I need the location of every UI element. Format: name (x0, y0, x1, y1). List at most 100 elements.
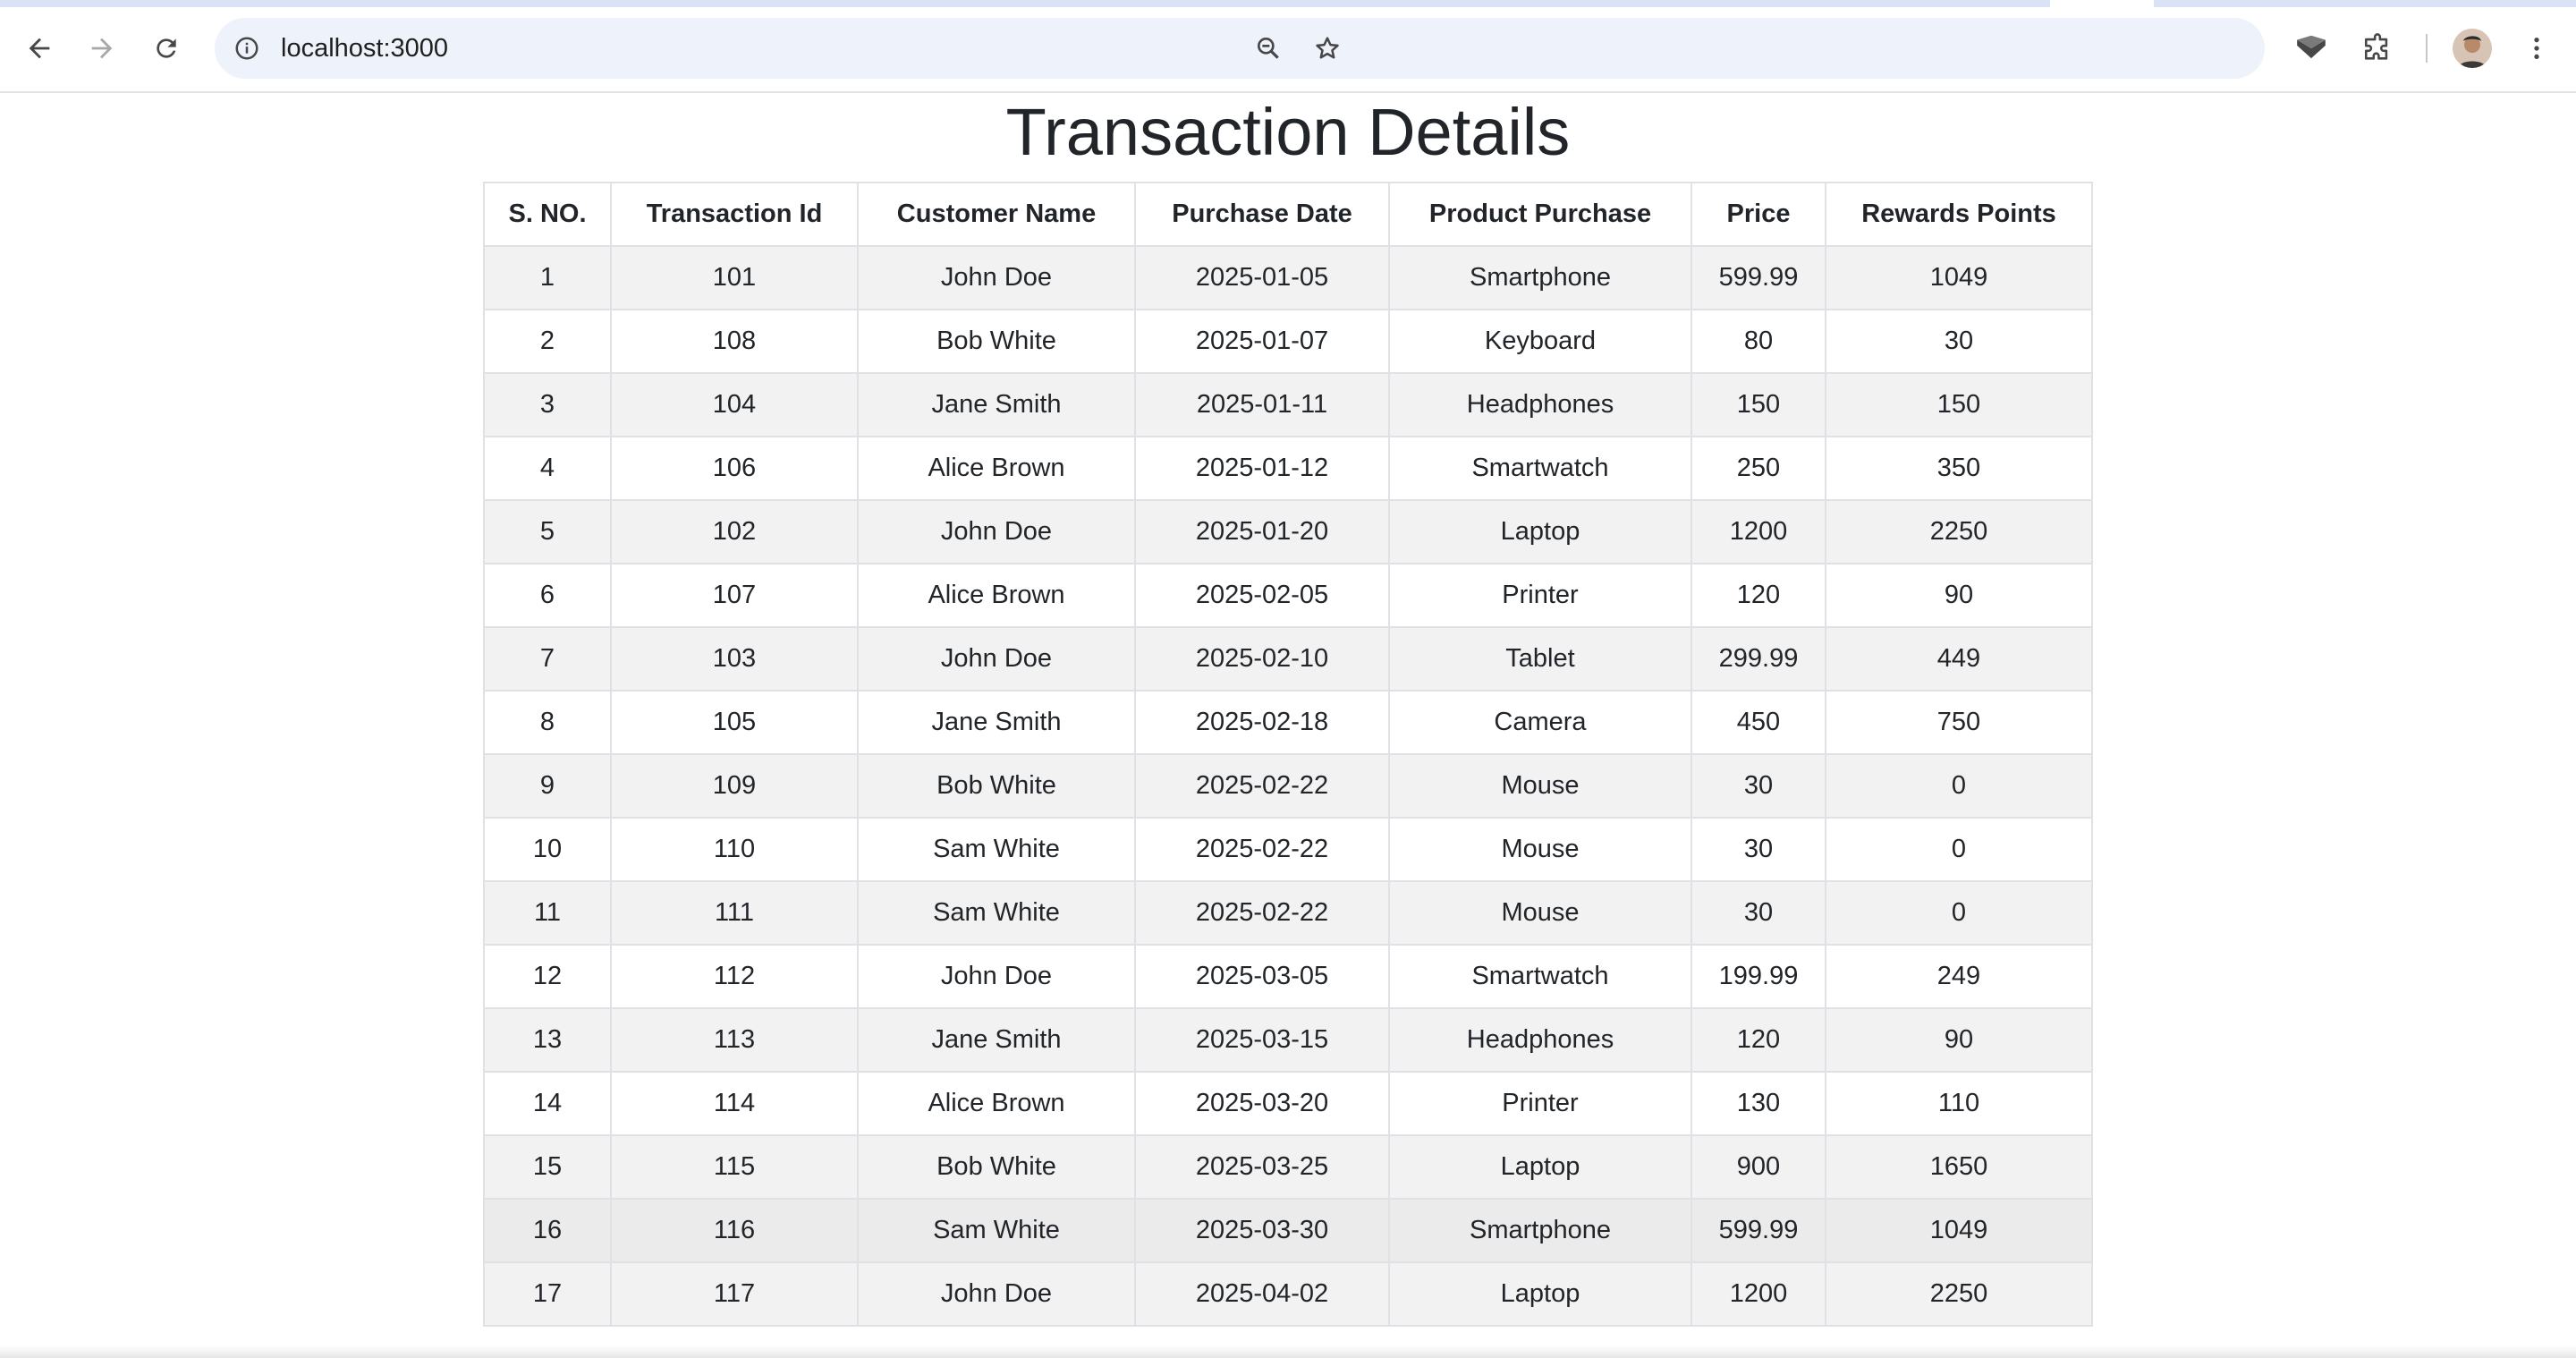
header-rewards-points: Rewards Points (1825, 182, 2093, 247)
cell-rewards-points: 249 (1825, 944, 2093, 1009)
cell-transaction-id: 114 (610, 1071, 859, 1136)
cell-purchase-date: 2025-03-15 (1134, 1007, 1390, 1073)
active-tab-edge[interactable] (2050, 0, 2154, 7)
table-row: 4 106 Alice Brown 2025-01-12 Smartwatch 250 35… (483, 436, 2093, 501)
cell-customer-name: John Doe (857, 245, 1136, 310)
cell-transaction-id: 116 (610, 1198, 859, 1263)
cell-purchase-date: 2025-02-10 (1134, 626, 1390, 692)
cell-transaction-id: 107 (610, 563, 859, 628)
cell-rewards-points: 0 (1825, 817, 2093, 882)
cell-rewards-points: 90 (1825, 563, 2093, 628)
arrow-left-icon (29, 38, 50, 59)
cell-customer-name: Sam White (857, 880, 1136, 946)
cell-sno: 1 (483, 245, 612, 310)
forward-button[interactable] (79, 25, 125, 72)
cell-purchase-date: 2025-02-18 (1134, 690, 1390, 755)
cell-transaction-id: 110 (610, 817, 859, 882)
table-header-row: S. NO. Transaction Id Customer Name Purc… (483, 182, 2093, 247)
cell-rewards-points: 110 (1825, 1071, 2093, 1136)
cell-sno: 17 (483, 1261, 612, 1327)
cell-product-purchase: Smartwatch (1388, 944, 1692, 1009)
cell-customer-name: Bob White (857, 1134, 1136, 1200)
cell-price: 30 (1690, 880, 1826, 946)
cell-price: 80 (1690, 309, 1826, 374)
cell-sno: 16 (483, 1198, 612, 1263)
cell-product-purchase: Laptop (1388, 499, 1692, 564)
cell-price: 120 (1690, 1007, 1826, 1073)
cell-customer-name: Sam White (857, 1198, 1136, 1263)
cell-price: 30 (1690, 817, 1826, 882)
cell-rewards-points: 30 (1825, 309, 2093, 374)
bookmark-star-icon[interactable] (1311, 32, 1343, 64)
cell-purchase-date: 2025-02-22 (1134, 880, 1390, 946)
cell-rewards-points: 2250 (1825, 499, 2093, 564)
cell-sno: 15 (483, 1134, 612, 1200)
cell-product-purchase: Keyboard (1388, 309, 1692, 374)
browser-toolbar: localhost:3000 (0, 0, 2576, 93)
table-row: 14 114 Alice Brown 2025-03-20 Printer 130 110 (483, 1071, 2093, 1136)
cell-sno: 7 (483, 626, 612, 692)
table-row: 3 104 Jane Smith 2025-01-11 Headphones 150 150 (483, 372, 2093, 437)
table-row: 15 115 Bob White 2025-03-25 Laptop 900 1650 (483, 1134, 2093, 1200)
table-row: 8 105 Jane Smith 2025-02-18 Camera 450 750 (483, 690, 2093, 755)
cell-customer-name: Bob White (857, 309, 1136, 374)
reload-button[interactable] (143, 25, 190, 72)
cell-transaction-id: 106 (610, 436, 859, 501)
cell-rewards-points: 0 (1825, 753, 2093, 819)
cell-transaction-id: 102 (610, 499, 859, 564)
cell-product-purchase: Headphones (1388, 372, 1692, 437)
cell-product-purchase: Smartwatch (1388, 436, 1692, 501)
cell-price: 299.99 (1690, 626, 1826, 692)
cell-rewards-points: 0 (1825, 880, 2093, 946)
cell-purchase-date: 2025-02-22 (1134, 817, 1390, 882)
cell-transaction-id: 104 (610, 372, 859, 437)
kebab-menu-icon[interactable] (2515, 27, 2558, 70)
cell-customer-name: Sam White (857, 817, 1136, 882)
cell-purchase-date: 2025-04-02 (1134, 1261, 1390, 1327)
cell-customer-name: John Doe (857, 499, 1136, 564)
site-info-icon[interactable] (231, 32, 263, 64)
cell-purchase-date: 2025-03-05 (1134, 944, 1390, 1009)
cell-purchase-date: 2025-01-20 (1134, 499, 1390, 564)
url-text[interactable]: localhost:3000 (281, 18, 448, 79)
cell-customer-name: Alice Brown (857, 1071, 1136, 1136)
cell-rewards-points: 1049 (1825, 1198, 2093, 1263)
cell-transaction-id: 108 (610, 309, 859, 374)
cell-rewards-points: 350 (1825, 436, 2093, 501)
table-row: 11 111 Sam White 2025-02-22 Mouse 30 0 (483, 880, 2093, 946)
address-bar[interactable]: localhost:3000 (215, 18, 2265, 79)
shield-extension-icon[interactable] (2290, 27, 2333, 70)
table-row: 7 103 John Doe 2025-02-10 Tablet 299.99 449 (483, 626, 2093, 692)
header-product-purchase: Product Purchase (1388, 182, 1692, 247)
cell-transaction-id: 113 (610, 1007, 859, 1073)
cell-customer-name: John Doe (857, 626, 1136, 692)
cell-customer-name: John Doe (857, 944, 1136, 1009)
cell-price: 599.99 (1690, 1198, 1826, 1263)
cell-transaction-id: 103 (610, 626, 859, 692)
cell-price: 599.99 (1690, 245, 1826, 310)
back-button[interactable] (16, 25, 63, 72)
cell-sno: 4 (483, 436, 612, 501)
cell-transaction-id: 101 (610, 245, 859, 310)
cell-sno: 6 (483, 563, 612, 628)
puzzle-icon[interactable] (2356, 27, 2399, 70)
zoom-out-icon[interactable] (1252, 32, 1284, 64)
cell-purchase-date: 2025-01-07 (1134, 309, 1390, 374)
cell-rewards-points: 90 (1825, 1007, 2093, 1073)
tab-strip (0, 0, 2576, 7)
cell-rewards-points: 150 (1825, 372, 2093, 437)
table-row: 5 102 John Doe 2025-01-20 Laptop 1200 2250 (483, 499, 2093, 564)
cell-product-purchase: Laptop (1388, 1134, 1692, 1200)
cell-price: 120 (1690, 563, 1826, 628)
cell-sno: 10 (483, 817, 612, 882)
cell-customer-name: Jane Smith (857, 690, 1136, 755)
cell-sno: 3 (483, 372, 612, 437)
table-row: 13 113 Jane Smith 2025-03-15 Headphones 120 90 (483, 1007, 2093, 1073)
profile-avatar[interactable] (2453, 29, 2492, 68)
cell-sno: 2 (483, 309, 612, 374)
cell-price: 150 (1690, 372, 1826, 437)
cell-customer-name: Alice Brown (857, 436, 1136, 501)
cell-customer-name: Jane Smith (857, 372, 1136, 437)
cell-product-purchase: Mouse (1388, 880, 1692, 946)
cell-transaction-id: 115 (610, 1134, 859, 1200)
